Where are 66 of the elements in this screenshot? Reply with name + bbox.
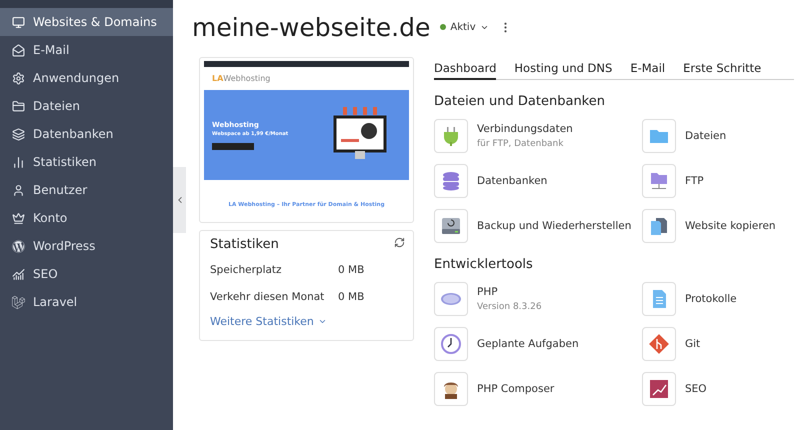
status-dropdown[interactable]: Aktiv (440, 22, 489, 32)
gear-icon (12, 72, 25, 84)
sidebar-item[interactable]: Dateien (0, 92, 173, 120)
tool-link[interactable]: PHP (477, 286, 542, 298)
tool-icon-button[interactable] (434, 372, 468, 406)
monitor-icon (12, 16, 25, 28)
tab[interactable]: E-Mail (630, 61, 666, 80)
tool-link[interactable]: Datenbanken (477, 175, 548, 187)
sidebar-item[interactable]: SEO (0, 260, 173, 288)
envelope-icon (12, 44, 25, 56)
tool-link[interactable]: FTP (685, 175, 704, 187)
tool-link[interactable]: Git (685, 338, 700, 350)
stat-label: Verkehr diesen Monat (210, 290, 326, 302)
tool-link[interactable]: Protokolle (685, 293, 737, 305)
tool-icon-button[interactable] (642, 372, 676, 406)
tab[interactable]: Dashboard (434, 61, 496, 80)
site-logo: LAWebhosting (212, 74, 270, 83)
collapse-handle[interactable] (173, 167, 186, 233)
sidebar-item[interactable]: Benutzer (0, 176, 173, 204)
clock-icon (440, 333, 462, 355)
w-logo-icon (12, 240, 25, 252)
backup-drive-icon (440, 215, 462, 237)
layers-icon (12, 128, 25, 140)
network-folder-icon (648, 170, 670, 192)
sidebar-item[interactable]: Konto (0, 204, 173, 232)
section-title: Dateien und Datenbanken (434, 94, 606, 109)
tool-subtitle: Version 8.3.26 (477, 302, 542, 312)
tool-link[interactable]: Geplante Aufgaben (477, 338, 579, 350)
tab[interactable]: Hosting und DNS (514, 61, 612, 80)
database-icon (440, 170, 462, 192)
sidebar-item[interactable]: Datenbanken (0, 120, 173, 148)
sidebar-item[interactable]: WordPress (0, 232, 173, 260)
tool-icon-button[interactable] (642, 327, 676, 361)
tab[interactable]: Erste Schritte (683, 61, 762, 80)
card-title: Statistiken (210, 237, 279, 252)
tool-icon-button[interactable] (434, 164, 468, 198)
section-title: Entwicklertools (434, 257, 534, 272)
stat-value: 0 MB (338, 264, 366, 276)
tool-link[interactable]: Verbindungsdaten (477, 123, 573, 135)
sidebar-item[interactable]: E-Mail (0, 36, 173, 64)
page-title: meine-webseite.de (192, 12, 430, 42)
sidebar-item[interactable]: Statistiken (0, 148, 173, 176)
tool-icon-button[interactable] (642, 209, 676, 243)
more-statistics-link[interactable]: Weitere Statistiken (210, 315, 327, 328)
crown-icon (12, 212, 25, 224)
sidebar-item[interactable]: Anwendungen (0, 64, 173, 92)
tool-link[interactable]: Backup und Wiederherstellen (477, 220, 632, 232)
caret-icon (318, 317, 327, 326)
sidebar-item[interactable]: Websites & Domains (0, 8, 173, 36)
tool-link[interactable]: Website kopieren (685, 220, 776, 232)
chart-icon (648, 378, 670, 400)
tool-link[interactable]: SEO (685, 383, 707, 395)
status-dot (440, 24, 446, 30)
sidebar-item[interactable]: Laravel (0, 288, 173, 316)
bar-chart-icon (12, 156, 25, 168)
refresh-icon[interactable] (394, 237, 405, 248)
tool-icon-button[interactable] (434, 209, 468, 243)
user-icon (12, 184, 25, 196)
tool-link[interactable]: Dateien (685, 130, 726, 142)
folder-icon (12, 100, 25, 112)
tool-link[interactable]: PHP Composer (477, 383, 554, 395)
line-chart-icon (12, 268, 25, 280)
stat-value: 0 MB (338, 290, 366, 302)
stat-label: Speicherplatz (210, 264, 283, 276)
tool-subtitle: für FTP, Datenbank (477, 139, 564, 149)
copy-document-icon (648, 215, 670, 237)
